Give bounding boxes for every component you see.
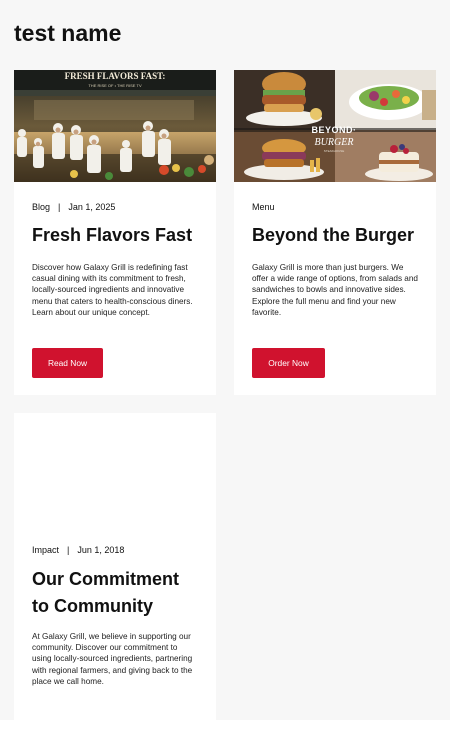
kitchen-image: FRESH FLAVORS FAST: THE RISE OF • THE RI…	[14, 70, 216, 182]
food-collage-image: BEYOND· BURGER STEAKHOUSE	[234, 70, 436, 182]
category-label: Menu	[252, 202, 275, 212]
page-bottom-strip	[0, 720, 450, 736]
card-title[interactable]: Our Commitment to Community	[32, 566, 198, 620]
card-meta: Blog | Jan 1, 2025	[32, 202, 198, 212]
svg-text:FRESH FLAVORS FAST:: FRESH FLAVORS FAST:	[65, 71, 166, 81]
date-label: Jun 1, 2018	[77, 545, 125, 555]
order-now-button[interactable]: Order Now	[252, 348, 325, 378]
card-description: Discover how Galaxy Grill is redefining …	[32, 263, 193, 317]
date-label: Jan 1, 2025	[68, 202, 116, 212]
card-menu[interactable]: BEYOND· BURGER STEAKHOUSE Menu Beyond th…	[234, 70, 436, 395]
read-now-button[interactable]: Read Now	[32, 348, 103, 378]
svg-text:STEAKHOUSE: STEAKHOUSE	[324, 149, 345, 153]
card-meta: Menu	[252, 202, 418, 212]
card-blog[interactable]: FRESH FLAVORS FAST: THE RISE OF • THE RI…	[14, 70, 216, 395]
food-collage-photo[interactable]: BEYOND· BURGER STEAKHOUSE	[234, 70, 436, 182]
card-meta: Impact | Jun 1, 2018	[32, 545, 198, 555]
category-label: Blog	[32, 202, 51, 212]
card-description: At Galaxy Grill, we believe in supportin…	[32, 632, 193, 686]
svg-text:BEYOND·: BEYOND·	[311, 125, 356, 135]
category-label: Impact	[32, 545, 60, 555]
kitchen-photo[interactable]: FRESH FLAVORS FAST: THE RISE OF • THE RI…	[14, 70, 216, 182]
svg-text:BURGER: BURGER	[315, 137, 354, 148]
card-description: Galaxy Grill is more than just burgers. …	[252, 263, 418, 317]
meta-separator: |	[58, 202, 61, 212]
card-title[interactable]: Fresh Flavors Fast	[32, 222, 198, 249]
page-title: test name	[14, 20, 122, 46]
meta-separator: |	[67, 545, 70, 555]
svg-text:THE RISE OF • THE RISE TV: THE RISE OF • THE RISE TV	[88, 83, 142, 88]
card-title[interactable]: Beyond the Burger	[252, 222, 418, 249]
card-impact[interactable]: Impact | Jun 1, 2018 Our Commitment to Com…	[14, 413, 216, 721]
